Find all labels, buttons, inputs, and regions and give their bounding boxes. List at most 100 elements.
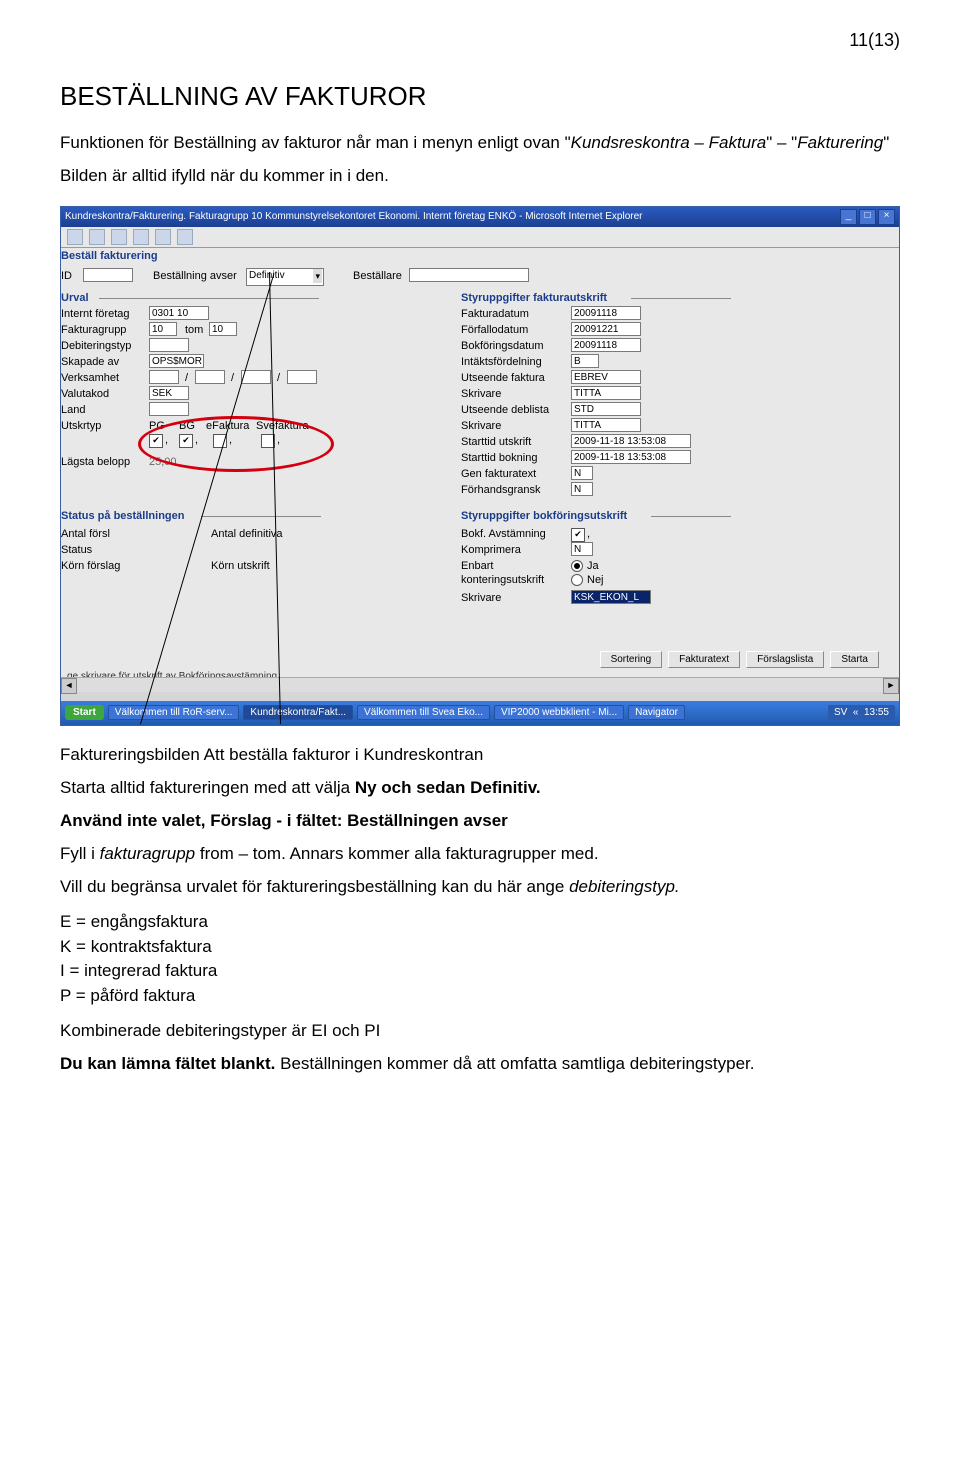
ja-label: Ja: [587, 560, 599, 572]
fakturadatum-label: Fakturadatum: [461, 308, 529, 320]
intro-menu-1: Kundsreskontra – Faktura: [571, 133, 767, 152]
legend-e: E = engångsfaktura: [60, 911, 900, 934]
taskbar-item[interactable]: Navigator: [628, 705, 685, 720]
tom-label: tom: [185, 324, 203, 336]
tray-lang: SV: [834, 707, 847, 718]
titlebar: Kundreskontra/Fakturering. Fakturagrupp …: [61, 207, 899, 227]
scroll-right-icon[interactable]: ►: [883, 678, 899, 694]
toolbar-button[interactable]: [67, 229, 83, 245]
verksamhet-field-1[interactable]: [149, 370, 179, 384]
window-title: Kundreskontra/Fakturering. Fakturagrupp …: [65, 207, 642, 227]
id-label: ID: [61, 270, 72, 282]
after-2: Använd inte valet, Förslag - i fältet: B…: [60, 810, 900, 833]
taskbar-item[interactable]: Välkommen till Svea Eko...: [357, 705, 490, 720]
skrivare2-field[interactable]: TITTA: [571, 418, 641, 432]
intaktsfordelning-label: Intäktsfördelning: [461, 356, 542, 368]
id-field[interactable]: [83, 268, 133, 282]
bestallning-avser-label: Beställning avser: [153, 270, 237, 282]
taskbar-item[interactable]: VIP2000 webbklient - Mi...: [494, 705, 624, 720]
intro-sep: " – ": [766, 133, 797, 152]
taskbar-item[interactable]: Välkommen till RoR-serv...: [108, 705, 240, 720]
legend-k: K = kontraktsfaktura: [60, 936, 900, 959]
forhandsgransk-field[interactable]: N: [571, 482, 593, 496]
bestallare-field[interactable]: [409, 268, 529, 282]
forslagslista-button[interactable]: Förslagslista: [746, 651, 824, 668]
utseende-faktura-field[interactable]: EBREV: [571, 370, 641, 384]
land-field[interactable]: [149, 402, 189, 416]
debiteringstyp-field[interactable]: [149, 338, 189, 352]
toolbar-button[interactable]: [89, 229, 105, 245]
fakturagrupp-tom-field[interactable]: 10: [209, 322, 237, 336]
after-3: Fyll i fakturagrupp from – tom. Annars k…: [60, 843, 900, 866]
nej-radio[interactable]: [571, 574, 583, 586]
slash-2: /: [231, 372, 234, 384]
intro-2: Bilden är alltid ifylld när du kommer in…: [60, 165, 900, 188]
fakturadatum-field[interactable]: 20091118: [571, 306, 641, 320]
verksamhet-field-3[interactable]: [241, 370, 271, 384]
komprimera-field[interactable]: N: [571, 542, 593, 556]
konteringsutskrift-label: konteringsutskrift: [461, 574, 544, 586]
close-icon[interactable]: ×: [878, 209, 895, 225]
utseende-faktura-label: Utseende faktura: [461, 372, 545, 384]
intro-menu-2: Fakturering: [797, 133, 883, 152]
section-bestall-fakturering: Beställ fakturering: [61, 250, 158, 262]
bokf-skrivare-label: Skrivare: [461, 592, 501, 604]
toolbar-button[interactable]: [177, 229, 193, 245]
korn-forslag-label: Körn förslag: [61, 560, 120, 572]
forfallodatum-label: Förfallodatum: [461, 324, 528, 336]
fakturagrupp-from-field[interactable]: 10: [149, 322, 177, 336]
section-status: Status på beställningen: [61, 510, 184, 522]
toolbar-button[interactable]: [155, 229, 171, 245]
after-6: Du kan lämna fältet blankt. Beställninge…: [60, 1053, 900, 1076]
bokforingsdatum-label: Bokföringsdatum: [461, 340, 544, 352]
fakturatext-button[interactable]: Fakturatext: [668, 651, 740, 668]
starta-button[interactable]: Starta: [830, 651, 879, 668]
valutakod-field[interactable]: SEK: [149, 386, 189, 400]
taskbar-item-active[interactable]: Kundreskontra/Fakt...: [243, 705, 353, 720]
maximize-icon[interactable]: □: [859, 209, 876, 225]
after-3-b: fakturagrupp: [100, 844, 195, 863]
after-1b-bold: Ny och sedan Definitiv.: [355, 778, 541, 797]
forfallodatum-field[interactable]: 20091221: [571, 322, 641, 336]
internt-foretag-field[interactable]: 0301 10: [149, 306, 209, 320]
sortering-button[interactable]: Sortering: [600, 651, 663, 668]
legend-p: P = påförd faktura: [60, 985, 900, 1008]
bokf-skrivare-field[interactable]: KSK_EKON_L: [571, 590, 651, 604]
skapade-av-label: Skapade av: [61, 356, 119, 368]
tray: SV « 13:55: [828, 705, 895, 720]
form-area: Beställ fakturering ID Beställning avser…: [61, 248, 899, 692]
toolbar-button[interactable]: [133, 229, 149, 245]
scroll-left-icon[interactable]: ◄: [61, 678, 77, 694]
minimize-icon[interactable]: _: [840, 209, 857, 225]
intaktsfordelning-field[interactable]: B: [571, 354, 599, 368]
scrollbar-horizontal[interactable]: ◄ ►: [61, 677, 899, 692]
bokforingsdatum-field[interactable]: 20091118: [571, 338, 641, 352]
starttid-utskrift-field[interactable]: 2009-11-18 13:53:08: [571, 434, 691, 448]
skrivare1-field[interactable]: TITTA: [571, 386, 641, 400]
divider: [201, 516, 321, 517]
slash-3: /: [277, 372, 280, 384]
after-3-c: from – tom. Annars kommer alla fakturagr…: [195, 844, 598, 863]
verksamhet-field-4[interactable]: [287, 370, 317, 384]
divider: [99, 298, 319, 299]
section-styruppgifter-faktura: Styruppgifter fakturautskrift: [461, 292, 607, 304]
forhandsgransk-label: Förhandsgransk: [461, 484, 541, 496]
ja-radio[interactable]: [571, 560, 583, 572]
heading: BESTÄLLNING AV FAKTUROR: [60, 81, 900, 112]
gen-fakturatext-field[interactable]: N: [571, 466, 593, 480]
intro-quote-end: ": [883, 133, 889, 152]
avstamning-checkbox[interactable]: [571, 528, 585, 542]
verksamhet-field-2[interactable]: [195, 370, 225, 384]
nej-label: Nej: [587, 574, 604, 586]
starttid-bokning-field[interactable]: 2009-11-18 13:53:08: [571, 450, 691, 464]
toolbar-button[interactable]: [111, 229, 127, 245]
bestallning-avser-select[interactable]: Definitiv: [246, 268, 324, 286]
skapade-av-field[interactable]: OPS$MOR: [149, 354, 204, 368]
utseende-deblista-field[interactable]: STD: [571, 402, 641, 416]
after-6-b: Beställningen kommer då att omfatta samt…: [275, 1054, 754, 1073]
start-button[interactable]: Start: [65, 705, 104, 720]
utskrtyp-label: Utskrtyp: [61, 420, 101, 432]
divider: [651, 516, 731, 517]
verksamhet-label: Verksamhet: [61, 372, 119, 384]
section-styruppgifter-bokf: Styruppgifter bokföringsutskrift: [461, 510, 627, 522]
